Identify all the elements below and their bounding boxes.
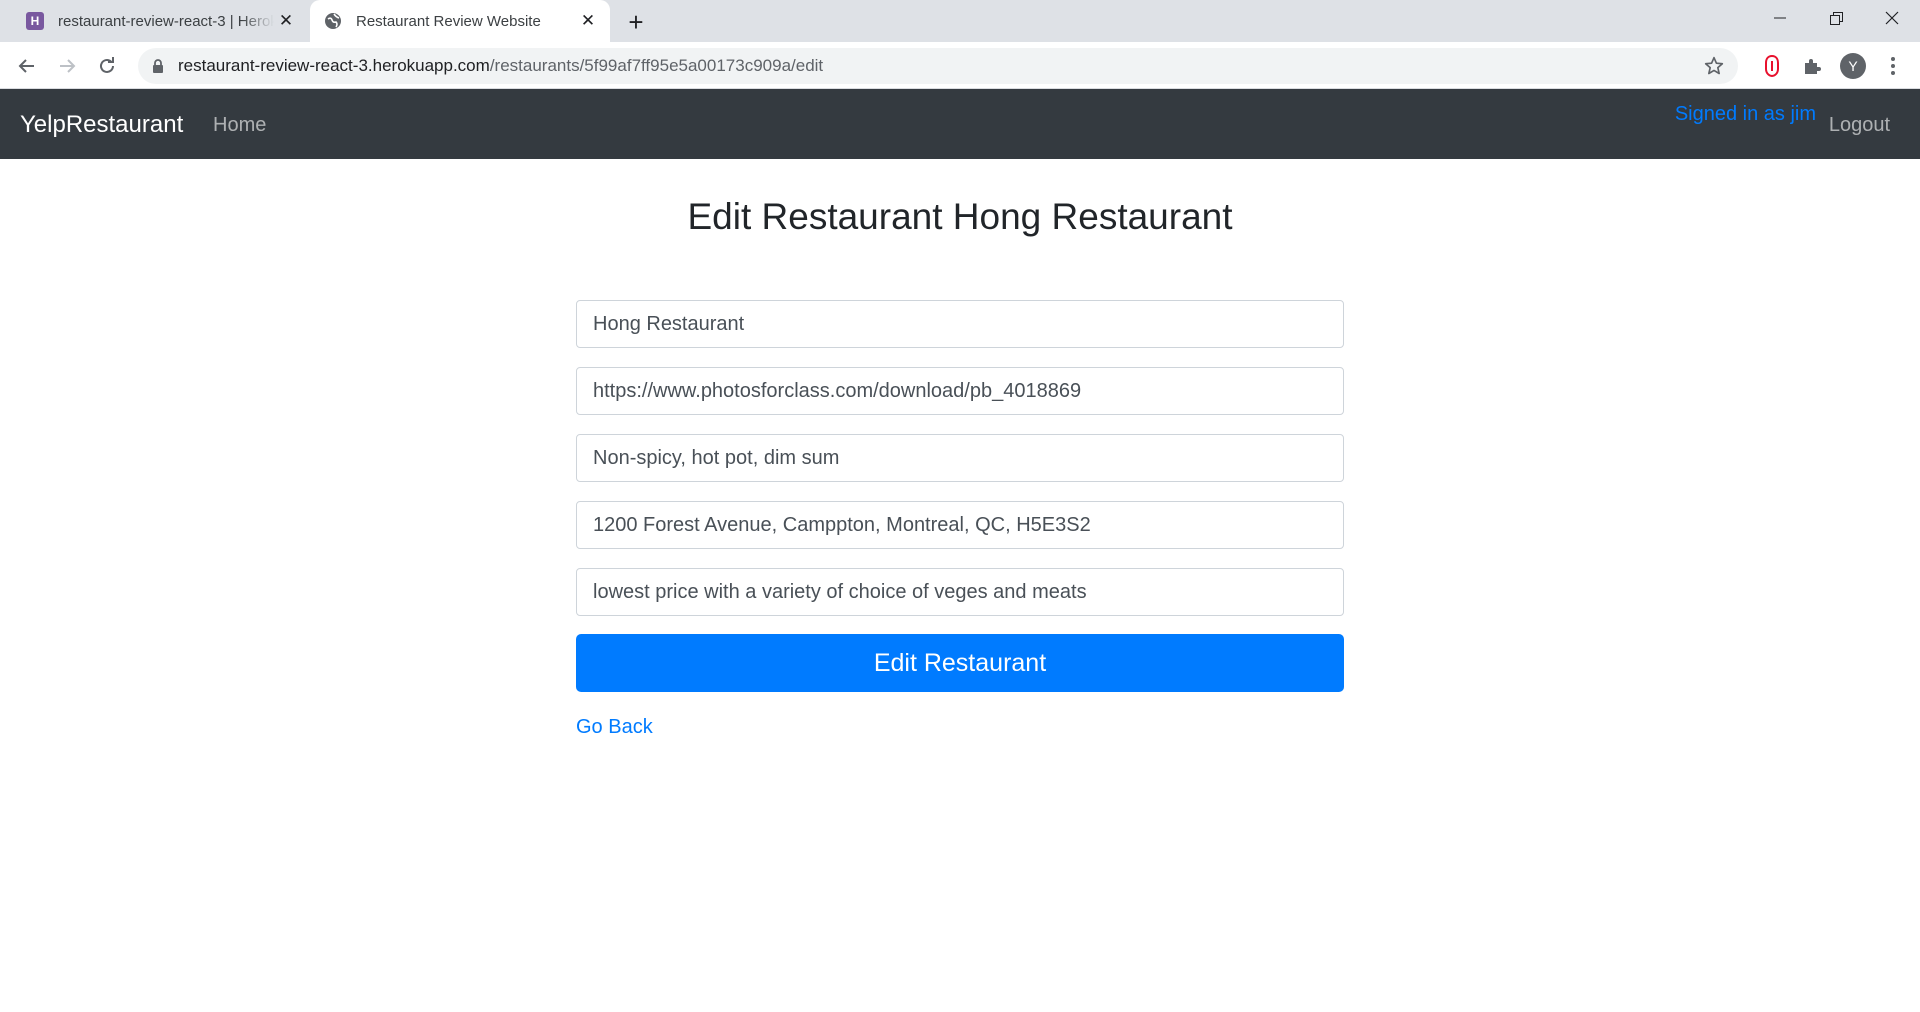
restore-button[interactable] [1808,0,1864,36]
tab-title: Restaurant Review Website [356,12,541,30]
address-input[interactable] [576,501,1344,549]
page-title: Edit Restaurant Hong Restaurant [687,196,1233,237]
forward-icon[interactable] [51,50,83,82]
name-input[interactable] [576,300,1344,348]
close-window-button[interactable] [1864,0,1920,36]
extension-shield-icon[interactable] [1756,50,1788,82]
close-icon[interactable]: ✕ [576,9,600,33]
description-input[interactable] [576,568,1344,616]
cuisine-input[interactable] [576,434,1344,482]
avatar: Y [1840,53,1866,79]
edit-restaurant-button[interactable]: Edit Restaurant [576,634,1344,692]
logout-link[interactable]: Logout [1829,114,1890,137]
browser-tab-active[interactable]: Restaurant Review Website ✕ [310,0,610,42]
app-navbar: YelpRestaurant Home Signed in as jim Log… [0,89,1920,159]
signed-in-label: Signed in as jim [1674,103,1816,125]
back-icon[interactable] [11,50,43,82]
heroku-icon: H [26,12,44,30]
url-host: restaurant-review-react-3.herokuapp.com [178,56,490,75]
reload-icon[interactable] [91,50,123,82]
new-tab-button[interactable]: + [622,7,650,37]
window-controls [1752,0,1920,36]
image-url-input[interactable] [576,367,1344,415]
close-icon[interactable]: ✕ [274,9,298,33]
lock-icon[interactable] [152,59,164,73]
tab-title: restaurant-review-react-3 | Heroku [58,12,274,30]
minimize-button[interactable] [1752,0,1808,36]
profile-avatar[interactable]: Y [1837,50,1869,82]
bookmark-star-icon[interactable] [1704,56,1724,81]
browser-tab-heroku[interactable]: H restaurant-review-react-3 | Heroku ✕ [12,0,308,42]
brand-link[interactable]: YelpRestaurant [20,111,183,139]
globe-icon [324,12,342,30]
url-path: /restaurants/5f99af7ff95e5a00173c909a/ed… [489,56,824,75]
nav-home-link[interactable]: Home [213,114,266,137]
kebab-menu-icon[interactable] [1877,50,1909,82]
browser-tabstrip: H restaurant-review-react-3 | Heroku ✕ R… [0,0,1920,42]
puzzle-extensions-icon[interactable] [1796,50,1828,82]
browser-toolbar: restaurant-review-react-3.herokuapp.com /… [0,42,1920,89]
go-back-link[interactable]: Go Back [576,716,653,739]
edit-restaurant-form: Edit Restaurant Go Back [576,300,1344,739]
address-bar[interactable]: restaurant-review-react-3.herokuapp.com /… [138,48,1738,84]
